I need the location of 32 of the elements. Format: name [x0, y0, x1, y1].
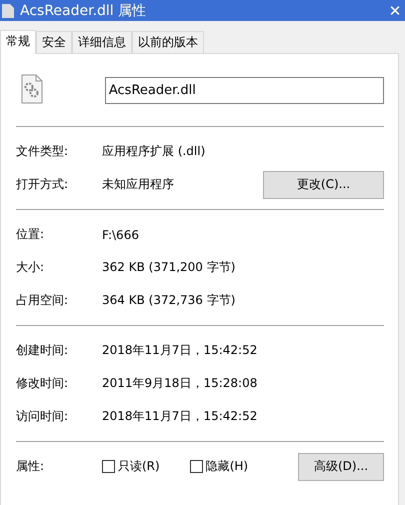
field-label: 位置:	[16, 226, 46, 243]
field-label: 访问时间:	[16, 408, 70, 425]
field-label: 修改时间:	[16, 375, 70, 392]
tab[interactable]: 安全	[36, 31, 72, 53]
field-value: 362 KB (371,200 字节)	[102, 259, 236, 276]
field-value: 2018年11月7日，15:42:52	[102, 342, 258, 359]
tab[interactable]: 以前的版本	[132, 31, 204, 53]
field-value: 未知应用程序	[102, 176, 175, 193]
field-value: 应用程序扩展 (.dll)	[102, 143, 206, 160]
change-button[interactable]: 更改(C)...	[263, 170, 384, 198]
field-label: 文件类型:	[16, 143, 70, 160]
tab[interactable]: 常规	[0, 30, 36, 54]
field-value: 2011年9月18日，15:28:08	[102, 375, 258, 392]
field-value: F:\666	[102, 228, 140, 242]
window-title: AcsReader.dll 属性	[20, 2, 148, 20]
gear-file-icon	[21, 74, 43, 104]
advanced-button[interactable]: 高级(D)...	[298, 452, 384, 480]
close-button[interactable]: ✕	[385, 2, 405, 20]
checkbox[interactable]	[102, 460, 115, 473]
field-label: 属性:	[16, 458, 46, 475]
tab[interactable]: 详细信息	[72, 31, 132, 53]
checkbox-label: 只读(R)	[118, 458, 160, 475]
field-label: 创建时间:	[16, 342, 70, 359]
checkbox-label: 隐藏(H)	[206, 458, 248, 475]
field-label: 打开方式:	[16, 176, 70, 193]
field-label: 大小:	[16, 259, 46, 276]
file-name-field[interactable]: AcsReader.dll	[104, 76, 384, 104]
field-value: 364 KB (372,736 字节)	[102, 292, 236, 309]
field-value: 2018年11月7日，15:42:52	[102, 408, 258, 425]
file-icon	[2, 4, 14, 18]
checkbox[interactable]	[190, 460, 203, 473]
field-label: 占用空间:	[16, 292, 70, 309]
